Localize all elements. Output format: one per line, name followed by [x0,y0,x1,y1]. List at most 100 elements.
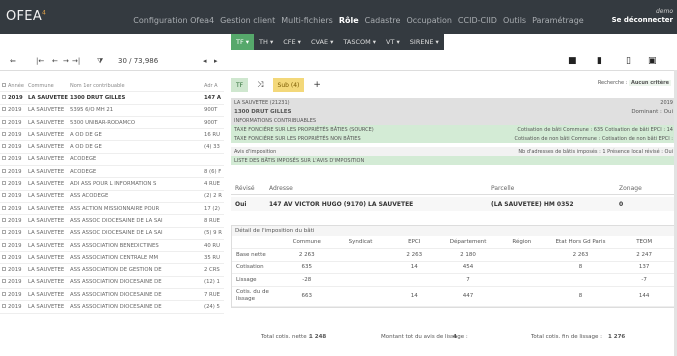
row-checkbox[interactable] [0,291,8,298]
nav-item-0[interactable]: Configuration Ofea4 [133,16,214,25]
subnav-tab-4[interactable]: TASCOM ▾ [338,34,381,50]
table-cell: A OD DE GE [70,144,102,151]
logout-link[interactable]: Se déconnecter [612,16,673,25]
nav-item-4[interactable]: Cadastre [365,16,401,25]
nav-item-2[interactable]: Multi-fichiers [281,16,333,25]
tax-cell: Base nette [232,248,280,262]
table-cell: LA SAUVETEE [28,205,65,212]
table-cell: 4 RUE [204,181,220,188]
tax-cell: 2 263 [387,248,442,262]
add-tab-button[interactable]: + [308,78,326,92]
tab-sub[interactable]: Sub (4) [272,78,305,92]
back-icon[interactable]: ⇐ [10,57,16,65]
nav-item-1[interactable]: Gestion client [220,16,275,25]
table-cell: 5300 UNIBAR-RODAMCO [70,119,136,126]
search-value[interactable]: Aucun critère [628,80,671,86]
row-checkbox[interactable] [0,94,8,101]
first-record-button[interactable]: |← [36,57,44,65]
table-row[interactable]: 2019 LA SAUVETEE ASS ASSOCIATION DE GESTIO… [0,264,224,277]
tax-cell [333,286,388,307]
table-row[interactable]: 2019 LA SAUVETEE ACODEGE 8 (6) F [0,166,224,179]
table-row[interactable]: 2019 LA SAUVETEE ASS ASSOCIATION DIOCESAIN… [0,301,224,314]
table-cell: (2) 2 R [204,193,222,200]
column-header[interactable]: Adr A [204,83,222,89]
bookmark-icon[interactable]: ▯ [626,56,631,66]
document-icon[interactable]: ▮ [597,56,602,66]
tax-cell: 663 [279,286,334,307]
shuffle-icon[interactable]: ⤨ [252,78,268,92]
tax-cell: 8 [548,261,613,274]
column-header[interactable]: Commune [28,83,70,89]
table-row[interactable]: 2019 LA SAUVETEE 5395 6/O MH 21 900T [0,105,224,117]
sub-nav: TF ▾ TH ▾ CFE ▾ CVAE ▾ TASCOM ▾ VT ▾ SIRENE ▾ [231,34,444,50]
row-checkbox[interactable] [0,242,8,249]
subnav-tab-2[interactable]: CFE ▾ [278,34,306,50]
table-cell: 2019 [8,144,22,151]
row-checkbox[interactable] [0,107,8,113]
list-header: LISTE DES BÂTIS IMPOSÉS SUR L'AVIS D'IMP… [231,156,677,165]
table-row[interactable]: 2019 LA SAUVETEE A OD DE GE 16 RU [0,129,224,142]
row-checkbox[interactable] [0,217,8,224]
row-checkbox[interactable] [0,254,8,261]
list-header-row: Année Commune Nom 1er contribuable Adr A [0,80,224,93]
nav-item-3[interactable]: Rôle [339,16,359,25]
table-cell: 2019 [8,291,22,298]
last-record-button[interactable]: →| [72,57,80,65]
table-cell: ASS ASSOC DIOCESAINE DE LA SAI [70,230,163,237]
tax-column-header: Commune [279,236,334,249]
row-checkbox[interactable] [0,144,8,150]
table-row[interactable]: 2019 LA SAUVETEE ACODEGE [0,154,224,167]
subnav-tab-6[interactable]: SIRENE ▾ [405,34,444,50]
row-checkbox[interactable] [0,205,8,212]
table-row[interactable]: 2019 LA SAUVETEE 5300 UNIBAR-RODAMCO 900T [0,117,224,130]
nav-item-6[interactable]: CCID-CIID [458,16,497,25]
table-row[interactable]: 2019 LA SAUVETEE 1300 DRUT GILLES 147 A [0,92,224,105]
row-checkbox[interactable] [0,267,8,273]
table-row[interactable]: 2019 LA SAUVETEE ADI ASS POUR L INFORMATIO… [0,178,224,191]
table-row[interactable]: 2019 LA SAUVETEE ASS ASSOCIATION DIOCESAIN… [0,277,224,290]
column-header[interactable]: Nom 1er contribuable [70,83,204,89]
next-record-button[interactable]: → [63,57,69,65]
tax-header-row: Commune Syndicat EPCI Département Région Etat… [232,236,676,249]
nav-item-8[interactable]: Paramétrage [532,16,584,25]
row-checkbox[interactable] [0,230,8,236]
table-row[interactable]: 2019 LA SAUVETEE ASS ASSOC DIOCESAINE DE L… [0,228,224,240]
table-cell: LA SAUVETEE [28,291,65,298]
nav-item-5[interactable]: Occupation [406,16,451,25]
row-checkbox[interactable] [0,279,8,285]
tax-cell: Cotis. du de lissage [232,286,280,307]
table-row[interactable]: 2019 LA SAUVETEE ASS ASSOCIATION BENEDICTI… [0,240,224,253]
tax-cell [494,286,549,307]
nav-item-7[interactable]: Outils [503,16,526,25]
print-icon[interactable]: ▣ [648,56,657,66]
subnav-tab-3[interactable]: CVAE ▾ [306,34,338,50]
toolbar-divider [0,70,677,71]
tab-tf[interactable]: TF [231,78,249,92]
subnav-tab-5[interactable]: VT ▾ [381,34,405,50]
row-checkbox[interactable] [0,168,8,175]
select-all-checkbox[interactable] [0,82,8,89]
table-row[interactable]: 2019 LA SAUVETEE ASS ASSOC DIOCESAINE DE L… [0,215,224,228]
row-checkbox[interactable] [0,131,8,138]
row-checkbox[interactable] [0,119,8,126]
column-header[interactable]: Année [8,83,28,89]
table-row[interactable]: 2019 LA SAUVETEE ASS ASSOCIATION DIOCESAIN… [0,289,224,302]
table-row[interactable]: 2019 LA SAUVETEE ASS ACODEGE (2) 2 R [0,191,224,203]
nav-prev-icon[interactable]: ◂ [203,57,207,65]
filter-icon[interactable]: ⧩ [97,57,103,66]
row-checkbox[interactable] [0,193,8,199]
nav-next-icon[interactable]: ▸ [214,57,218,65]
save-icon[interactable]: ■ [568,56,577,66]
row-checkbox[interactable] [0,181,8,187]
row-checkbox[interactable] [0,156,8,162]
tax-row: Lissage -28 7 -7 [232,273,676,287]
prev-record-button[interactable]: ← [52,57,58,65]
row-checkbox[interactable] [0,303,8,310]
subnav-tab-0[interactable]: TF ▾ [231,34,255,50]
subnav-tab-1[interactable]: TH ▾ [254,34,278,50]
address-row[interactable]: Oui 147 AV VICTOR HUGO (9170) LA SAUVETE… [231,197,677,211]
table-row[interactable]: 2019 LA SAUVETEE ASS ACTION MISSIONNAIRE P… [0,203,224,216]
table-row[interactable]: 2019 LA SAUVETEE A OD DE GE (4) 33 [0,141,224,154]
table-cell: LA SAUVETEE [28,279,65,286]
table-row[interactable]: 2019 LA SAUVETEE ASS ASSOCIATION CENTRALE … [0,252,224,265]
